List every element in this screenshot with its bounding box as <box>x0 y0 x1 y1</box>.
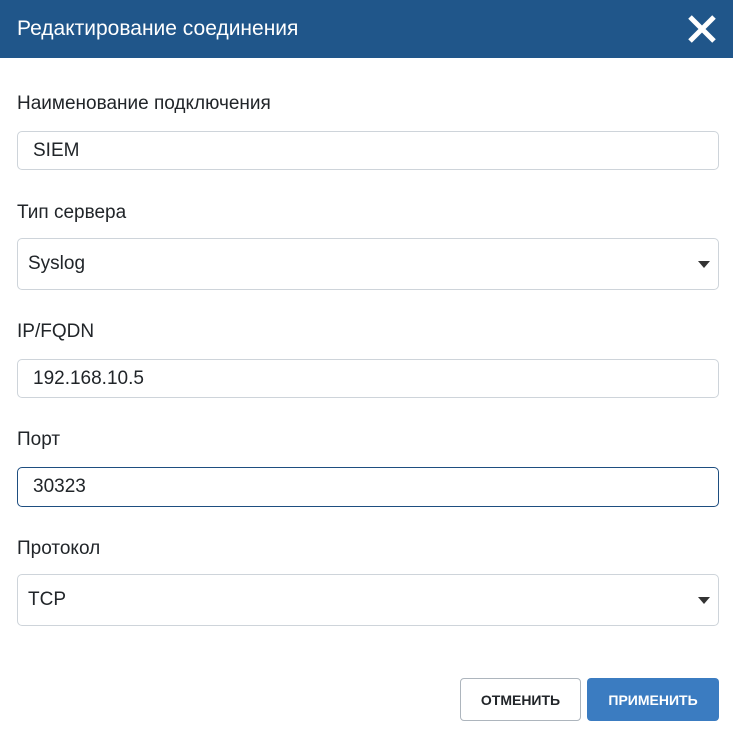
connection-name-input[interactable]: SIEM <box>17 131 719 170</box>
apply-button[interactable]: ПРИМЕНИТЬ <box>587 678 719 721</box>
chevron-down-icon <box>698 596 710 604</box>
ip-fqdn-input[interactable]: 192.168.10.5 <box>17 359 719 398</box>
chevron-down-icon <box>698 260 710 268</box>
dialog-title: Редактирование соединения <box>17 17 299 40</box>
port-label: Порт <box>17 429 61 450</box>
connection-name-label: Наименование подключения <box>17 93 271 114</box>
protocol-select[interactable]: TCP <box>17 574 719 626</box>
port-input[interactable]: 30323 <box>17 467 719 507</box>
protocol-value: TCP <box>28 589 66 610</box>
close-button[interactable] <box>685 12 719 46</box>
dialog-header: Редактирование соединения <box>0 0 733 58</box>
connection-name-value: SIEM <box>33 139 80 161</box>
ip-fqdn-label: IP/FQDN <box>17 321 95 342</box>
edit-connection-dialog: Редактирование соединения Наименование п… <box>0 0 733 737</box>
server-type-select[interactable]: Syslog <box>17 238 719 290</box>
cancel-button[interactable]: ОТМЕНИТЬ <box>460 678 581 721</box>
port-value: 30323 <box>33 476 86 497</box>
close-icon <box>688 15 716 43</box>
server-type-value: Syslog <box>28 253 86 274</box>
ip-fqdn-value: 192.168.10.5 <box>33 367 144 389</box>
protocol-label: Протокол <box>17 538 101 559</box>
server-type-label: Тип сервера <box>17 202 127 223</box>
